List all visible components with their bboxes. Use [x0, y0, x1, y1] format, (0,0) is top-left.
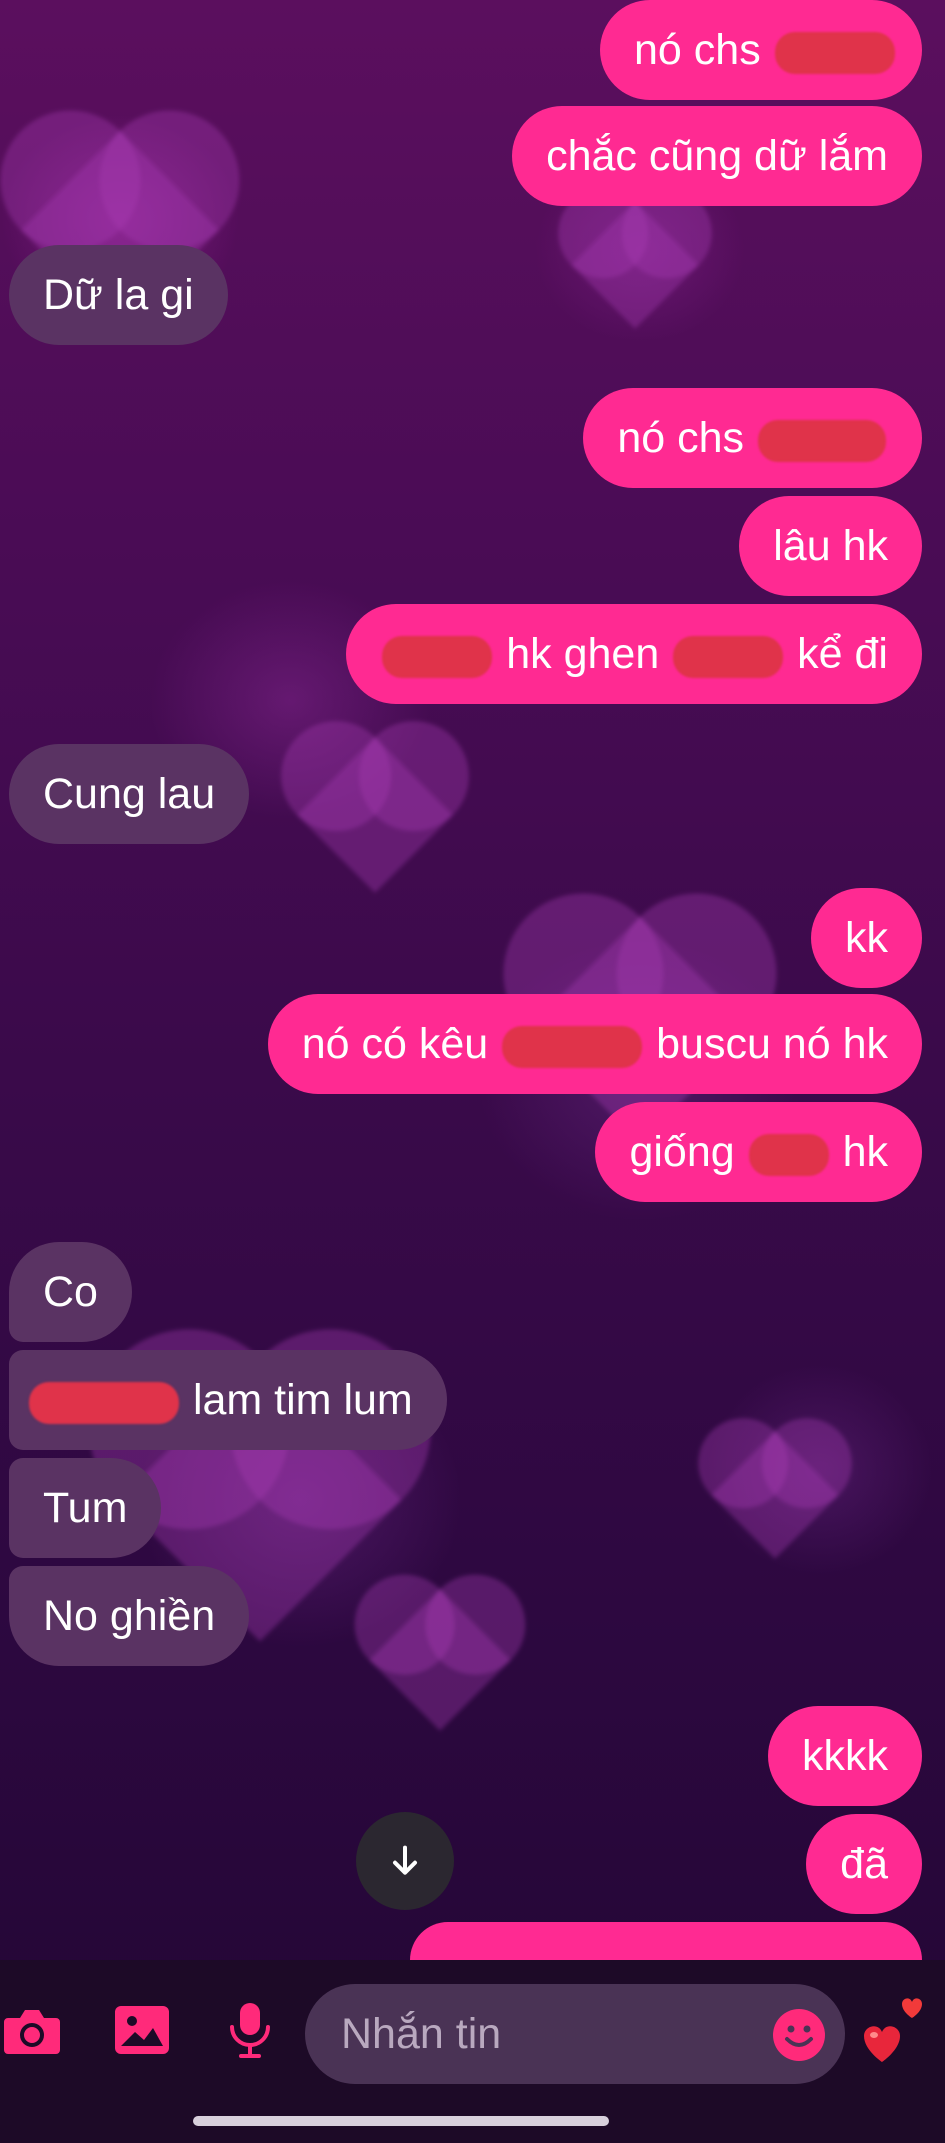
received-message[interactable]: No ghiền — [9, 1566, 250, 1666]
message-text: hk ghen — [506, 630, 660, 678]
background-heart — [369, 1589, 511, 1731]
message-text: kk — [845, 914, 888, 962]
redaction-mark — [382, 635, 493, 678]
voice-record-button[interactable] — [218, 1998, 282, 2062]
heart-emoji-icon[interactable] — [852, 1990, 932, 2070]
message-text: đã — [840, 1840, 888, 1888]
image-button[interactable] — [110, 1998, 174, 2062]
sent-message[interactable]: chắc cũng dữ lắm — [512, 106, 922, 206]
camera-button[interactable] — [0, 1998, 64, 2062]
arrow-down-icon — [393, 1845, 417, 1875]
redaction-mark — [502, 1025, 643, 1068]
message-text: hk — [842, 1128, 888, 1176]
redaction-mark — [774, 31, 895, 74]
message-input-field[interactable] — [305, 1984, 845, 2084]
background-heart — [297, 737, 453, 893]
sent-message[interactable]: đã — [806, 1814, 922, 1914]
scroll-to-bottom-button[interactable] — [356, 1812, 454, 1910]
message-text: kkkk — [802, 1732, 888, 1780]
message-text: No ghiền — [43, 1592, 216, 1640]
redaction-mark — [29, 1381, 179, 1424]
message-text: nó có kêu — [301, 1020, 489, 1068]
sent-message[interactable]: hk ghen kể đi — [346, 604, 922, 704]
sent-message[interactable]: nó chs — [600, 0, 922, 100]
sent-message[interactable]: nó có kêu buscu nó hk — [267, 994, 922, 1094]
emoji-icon[interactable] — [771, 2007, 827, 2063]
message-text: nó chs — [617, 414, 745, 462]
message-text: nó chs — [634, 26, 761, 74]
home-indicator[interactable] — [193, 2116, 609, 2126]
background-heart — [571, 201, 699, 329]
message-text: lam tim lum — [192, 1376, 413, 1424]
message-text: giống — [629, 1128, 735, 1176]
sent-message[interactable]: kkkk — [768, 1706, 922, 1806]
sent-message[interactable]: kk — [811, 888, 922, 988]
message-text: Tum — [43, 1484, 128, 1532]
background-heart — [711, 1431, 839, 1559]
received-message[interactable]: lam tim lum — [9, 1350, 447, 1450]
received-message[interactable]: Co — [9, 1242, 132, 1342]
redaction-mark — [673, 635, 784, 678]
message-text: buscu nó hk — [656, 1020, 888, 1068]
camera-icon — [4, 2010, 60, 2054]
received-message[interactable]: Cung lau — [9, 744, 250, 844]
message-text: Dữ la gi — [43, 271, 194, 319]
sent-message[interactable]: lâu hk — [739, 496, 922, 596]
message-text: lâu hk — [773, 522, 888, 570]
message-text: kể đi — [797, 630, 888, 678]
redaction-mark — [758, 419, 886, 462]
message-text: Cung lau — [43, 770, 216, 818]
message-input[interactable] — [339, 2008, 743, 2060]
image-icon — [115, 2006, 169, 2054]
received-message[interactable]: Tum — [9, 1458, 162, 1558]
sent-message[interactable]: giống hk — [595, 1102, 922, 1202]
message-text: chắc cũng dữ lắm — [546, 132, 888, 180]
sent-message-partial[interactable] — [410, 1922, 922, 1960]
redaction-mark — [748, 1133, 829, 1176]
message-text: Co — [43, 1268, 98, 1316]
received-message[interactable]: Dữ la gi — [9, 245, 228, 345]
microphone-icon — [230, 2003, 270, 2058]
sent-message[interactable]: nó chs — [583, 388, 922, 488]
